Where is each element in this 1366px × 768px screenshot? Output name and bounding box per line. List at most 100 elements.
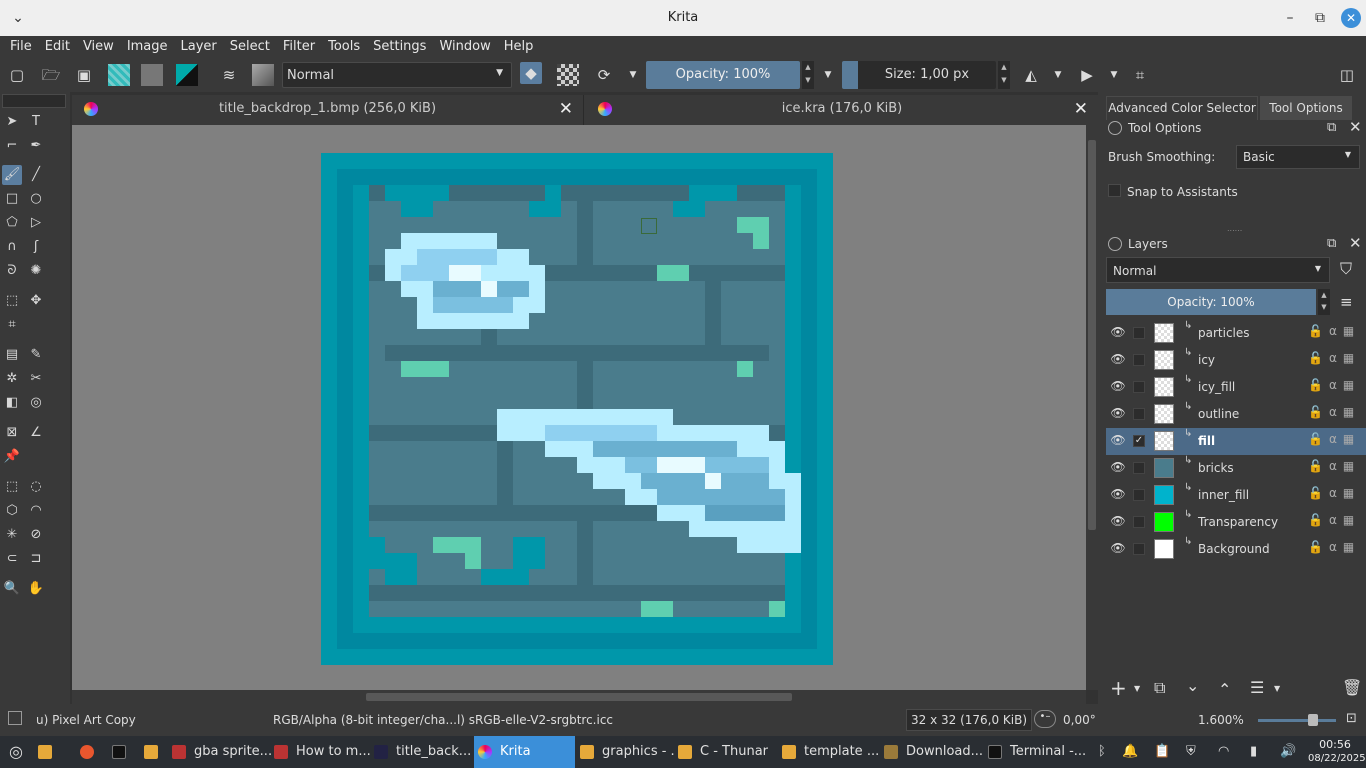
visibility-eye-icon[interactable]: 👁	[1110, 325, 1126, 341]
visibility-eye-icon[interactable]: 👁	[1110, 541, 1126, 557]
brush-preset-icon[interactable]	[252, 64, 274, 86]
close-icon[interactable]: ✕	[1349, 118, 1362, 136]
freehand-path-icon[interactable]: ʃ	[26, 237, 46, 257]
inherit-alpha-icon[interactable]: ▦	[1343, 324, 1360, 338]
measure-tool-icon[interactable]: ∠	[26, 423, 46, 443]
menu-help[interactable]: Help	[498, 36, 541, 58]
pattern-swatch-icon[interactable]	[141, 64, 163, 86]
tab-tool-options[interactable]: Tool Options	[1260, 96, 1352, 120]
task-item[interactable]: Download...	[884, 736, 984, 768]
blend-mode-select[interactable]: Normal ▼	[282, 62, 512, 88]
size-slider[interactable]: Size: 1,00 px	[842, 61, 996, 89]
task-item[interactable]: Terminal -...	[988, 736, 1088, 768]
color-picker-icon[interactable]: ✎	[26, 345, 46, 365]
volume-icon[interactable]: 🔊	[1280, 744, 1296, 759]
menu-filter[interactable]: Filter	[277, 36, 322, 58]
zoom-slider[interactable]	[1258, 719, 1336, 722]
multibrush-icon[interactable]: ✺	[26, 261, 46, 281]
alpha-lock-icon[interactable]: α	[1329, 432, 1343, 446]
lock-icon[interactable]: 🔓	[1308, 459, 1329, 473]
layer-select-checkbox[interactable]	[1133, 381, 1145, 393]
terminal-launcher-icon[interactable]	[112, 736, 132, 768]
layer-row[interactable]: 👁 ✓ ↳ fill 🔓α▦	[1106, 428, 1366, 455]
tab-advanced-color-selector[interactable]: Advanced Color Selector	[1106, 96, 1258, 120]
move-up-icon[interactable]: ⌃	[1218, 680, 1231, 699]
bezier-tool-icon[interactable]: ∩	[2, 237, 22, 257]
color-swatch-icon[interactable]	[176, 64, 198, 86]
menu-window[interactable]: Window	[433, 36, 497, 58]
tab-ice-kra[interactable]: ice.kra (176,0 KiB) ✕	[586, 95, 1098, 125]
clock-date[interactable]: 08/22/2025	[1308, 753, 1366, 764]
opacity-slider[interactable]: Opacity: 100%	[646, 61, 800, 89]
layer-row[interactable]: 👁 ↳ bricks 🔓α▦	[1106, 455, 1366, 482]
filter-icon[interactable]: ⛉	[1340, 259, 1352, 279]
layer-select-checkbox[interactable]	[1133, 543, 1145, 555]
opacity-spinner[interactable]: ▲ ▼	[802, 61, 814, 89]
mirror-horizontal-icon[interactable]: ◭	[1020, 64, 1042, 86]
layer-properties-icon[interactable]: ☰	[1250, 678, 1264, 697]
assistant-tool-icon[interactable]: ⊠	[2, 423, 22, 443]
size-spinner[interactable]: ▲ ▼	[998, 61, 1010, 89]
chevron-down-icon[interactable]: ▼	[1103, 64, 1125, 86]
close-icon[interactable]: ✕	[1341, 8, 1361, 28]
lock-icon[interactable]	[1108, 237, 1122, 251]
menu-settings[interactable]: Settings	[367, 36, 433, 58]
inherit-alpha-icon[interactable]: ▦	[1343, 405, 1360, 419]
inherit-alpha-icon[interactable]: ▦	[1343, 486, 1360, 500]
battery-icon[interactable]: ▮	[1250, 744, 1257, 759]
splitter-handle[interactable]: ......	[1227, 224, 1242, 233]
freehand-select-icon[interactable]: ◠	[26, 501, 46, 521]
files-launcher-icon[interactable]	[38, 736, 58, 768]
snap-checkbox[interactable]	[1108, 184, 1121, 197]
menu-image[interactable]: Image	[121, 36, 175, 58]
app-menu-icon[interactable]: ◎	[4, 736, 28, 768]
visibility-eye-icon[interactable]: 👁	[1110, 406, 1126, 422]
float-icon[interactable]: ⧉	[1327, 120, 1336, 135]
layer-opacity-slider[interactable]: Opacity: 100%	[1106, 289, 1316, 315]
visibility-eye-icon[interactable]: 👁	[1110, 487, 1126, 503]
layer-select-checkbox[interactable]	[1133, 462, 1145, 474]
magnetic-select-icon[interactable]: ⊐	[26, 549, 46, 569]
lock-icon[interactable]: 🔓	[1308, 351, 1329, 365]
layer-select-checkbox[interactable]: ✓	[1133, 435, 1145, 447]
fill-tool-icon[interactable]: ◧	[2, 393, 22, 413]
notification-icon[interactable]: 🔔	[1122, 744, 1138, 759]
close-icon[interactable]: ✕	[559, 95, 573, 123]
maximize-icon[interactable]: ⧉	[1310, 8, 1330, 28]
task-item[interactable]: gba sprite...	[172, 736, 272, 768]
thunar-launcher-icon[interactable]	[144, 736, 164, 768]
new-document-icon[interactable]: ▢	[6, 64, 28, 86]
vertical-scrollbar[interactable]	[1086, 125, 1098, 690]
zoom-tool-icon[interactable]: 🔍	[2, 579, 22, 599]
alpha-lock-icon[interactable]: α	[1329, 486, 1343, 500]
image-size-info[interactable]: 32 x 32 (176,0 KiB)	[906, 709, 1033, 731]
alpha-lock-icon[interactable]: α	[1329, 405, 1343, 419]
reload-icon[interactable]: ⟳	[593, 64, 615, 86]
dock-toggle-icon[interactable]: ◫	[1336, 64, 1358, 86]
layer-blend-select[interactable]: Normal ▼	[1106, 257, 1330, 283]
bluetooth-icon[interactable]: ᛒ	[1098, 744, 1106, 759]
ellipse-select-icon[interactable]: ◌	[26, 477, 46, 497]
zoom-slider-handle[interactable]	[1308, 714, 1318, 726]
menu-select[interactable]: Select	[224, 36, 277, 58]
polyline-tool-icon[interactable]: ▷	[26, 213, 46, 233]
wrap-icon[interactable]: ⌗	[1129, 64, 1151, 86]
menu-icon[interactable]: ≡	[1340, 293, 1353, 311]
layer-row[interactable]: 👁 ↳ inner_fill 🔓α▦	[1106, 482, 1366, 509]
scrollbar-thumb[interactable]	[1088, 140, 1096, 530]
chevron-down-icon[interactable]: ▼	[1134, 684, 1140, 693]
clipboard-icon[interactable]: 📋	[1154, 744, 1170, 759]
line-tool-icon[interactable]: ╱	[26, 165, 46, 185]
alpha-lock-icon[interactable]	[557, 64, 579, 86]
polygon-tool-icon[interactable]: ⬠	[2, 213, 22, 233]
layer-select-checkbox[interactable]	[1133, 408, 1145, 420]
brush-smoothing-select[interactable]: Basic ▼	[1236, 145, 1360, 169]
similar-select-icon[interactable]: ⊘	[26, 525, 46, 545]
visibility-eye-icon[interactable]: 👁	[1110, 433, 1126, 449]
freehand-brush-icon[interactable]: 🖌	[2, 165, 22, 185]
float-icon[interactable]: ⧉	[1327, 236, 1336, 251]
layer-select-checkbox[interactable]	[1133, 516, 1145, 528]
enclose-fill-icon[interactable]: ◎	[26, 393, 46, 413]
lock-icon[interactable]: 🔓	[1308, 432, 1329, 446]
brush-settings-icon[interactable]: ≋	[218, 64, 240, 86]
